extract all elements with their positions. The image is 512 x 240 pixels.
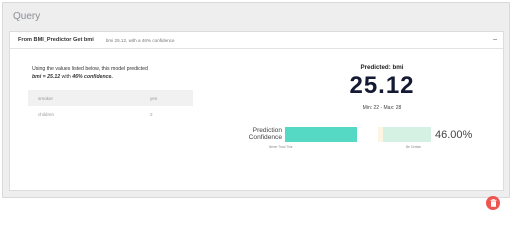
description-line1: Using the values listed below, this mode… (32, 66, 148, 72)
description-with: with (60, 74, 73, 80)
confidence-min-label: Never Trust This (269, 145, 293, 149)
confidence-max-label: Be Certain (406, 145, 422, 149)
input-name: smoker (38, 95, 54, 101)
prediction-description: Using the values listed below, this mode… (32, 65, 202, 81)
input-value: 2 (150, 111, 153, 117)
table-row: children 2 (28, 106, 193, 122)
confidence-fill (285, 127, 357, 142)
query-frame: Query From BMI_Predictor Get bmi bmi 25.… (2, 2, 510, 210)
frame-title: Query (13, 11, 41, 22)
predicted-range: Min: 22 - Max: 28 (362, 105, 402, 111)
collapse-icon[interactable]: – (493, 36, 497, 43)
description-line2: bmi = 25.12 with 46% confidence. (32, 73, 202, 81)
description-prediction: bmi = 25.12 (32, 74, 61, 80)
predicted-label: Predicted: bmi (360, 64, 404, 71)
panel-subtitle: bmi 25.12, with a 46% confidence (105, 37, 175, 43)
confidence-label-line2: Confidence (248, 134, 282, 141)
prediction-panel: From BMI_Predictor Get bmi bmi 25.12, wi… (9, 31, 504, 210)
input-name: children (38, 111, 55, 117)
predicted-value: 25.12 (349, 72, 415, 99)
panel-title: From BMI_Predictor Get bmi (18, 37, 94, 43)
table-row: smoker yes (28, 90, 193, 106)
delete-button[interactable] (486, 196, 500, 210)
panel-header[interactable]: From BMI_Predictor Get bmi bmi 25.12, wi… (10, 32, 503, 49)
input-values-table: smoker yes children 2 (28, 90, 193, 122)
confidence-label: Prediction Confidence (236, 127, 282, 141)
confidence-label-line1: Prediction (252, 127, 282, 134)
confidence-bar (285, 127, 431, 142)
trash-icon (490, 199, 496, 207)
description-confidence: 46% confidence. (72, 74, 113, 80)
confidence-value: 46.00% (435, 129, 473, 141)
confidence-bar-high (383, 127, 431, 142)
confidence-bar-gap (357, 127, 378, 142)
input-value: yes (150, 95, 158, 101)
